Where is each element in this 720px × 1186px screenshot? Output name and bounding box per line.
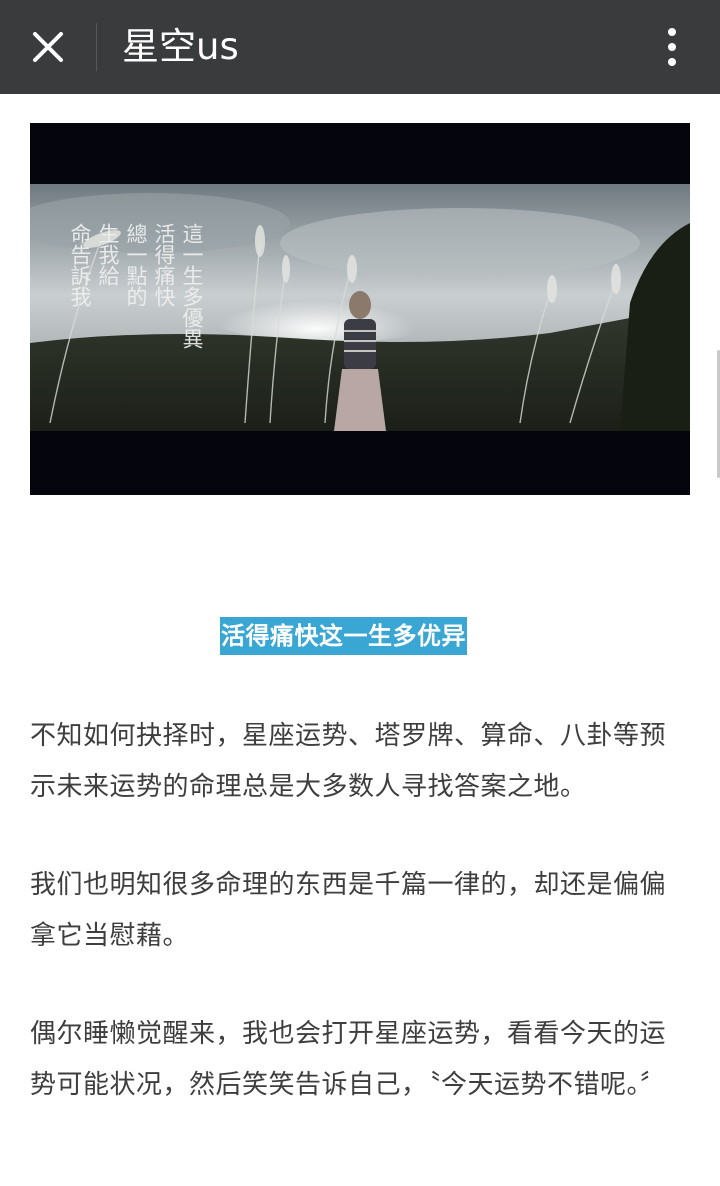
page-title: 星空us: [122, 25, 239, 68]
video-frame: 這一生多優異 活得痛快 總一點的 生我給 命告訴我: [30, 184, 690, 431]
lyric-column-3: 總一點的: [124, 223, 148, 307]
video-player[interactable]: 這一生多優異 活得痛快 總一點的 生我給 命告訴我: [30, 123, 690, 495]
paragraph-2: 我们也明知很多命理的东西是千篇一律的，却还是偏偏拿它当慰藉。: [30, 870, 667, 951]
lyric-column-2: 活得痛快: [152, 223, 176, 307]
lyric-column-5: 命告訴我: [68, 223, 92, 307]
more-options-button[interactable]: [648, 17, 696, 77]
close-icon: [33, 32, 63, 62]
paragraph-3: 偶尔睡懒觉醒来，我也会打开星座运势，看看今天的运势可能状况，然后笑笑告诉自己，〝…: [30, 1019, 667, 1100]
lyric-column-4: 生我給: [96, 223, 120, 286]
bar-divider: [96, 23, 97, 71]
paragraph-1: 不知如何抉择时，星座运势、塔罗牌、算命、八卦等预示未来运势的命理总是大多数人寻找…: [30, 721, 667, 802]
close-button[interactable]: [18, 17, 78, 77]
top-bar: 星空us: [0, 0, 720, 94]
section-heading: 活得痛快这一生多优异: [220, 617, 467, 655]
lyric-column-1: 這一生多優異: [180, 223, 204, 349]
